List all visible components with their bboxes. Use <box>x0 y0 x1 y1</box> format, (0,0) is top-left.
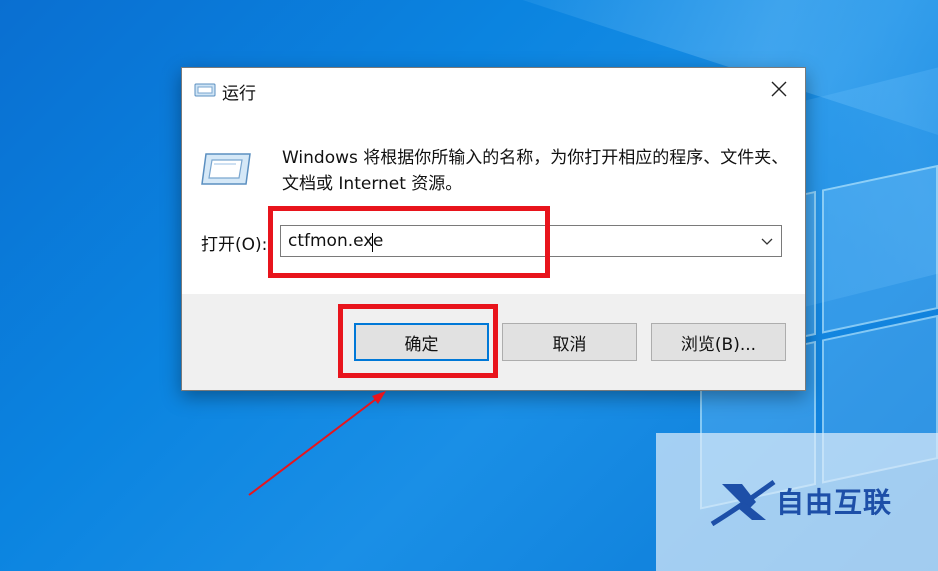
run-icon <box>194 82 216 98</box>
highlight-box-ok <box>338 304 498 378</box>
dialog-title: 运行 <box>222 84 256 104</box>
watermark-text: 自由互联 <box>776 486 893 519</box>
cancel-button[interactable]: 取消 <box>502 323 637 361</box>
highlight-box-command <box>268 206 550 278</box>
watermark-logo-icon <box>708 479 778 527</box>
dialog-description: Windows 将根据你所输入的名称，为你打开相应的程序、文件夹、文档或 Int… <box>282 148 789 194</box>
close-button[interactable] <box>756 68 802 110</box>
chevron-down-icon <box>761 238 773 245</box>
close-icon <box>771 81 787 97</box>
browse-button[interactable]: 浏览(B)... <box>651 323 786 361</box>
run-icon <box>200 152 252 186</box>
dialog-titlebar[interactable]: 运行 <box>182 68 805 110</box>
dropdown-button[interactable] <box>759 232 775 250</box>
open-label: 打开(O): <box>201 235 268 255</box>
